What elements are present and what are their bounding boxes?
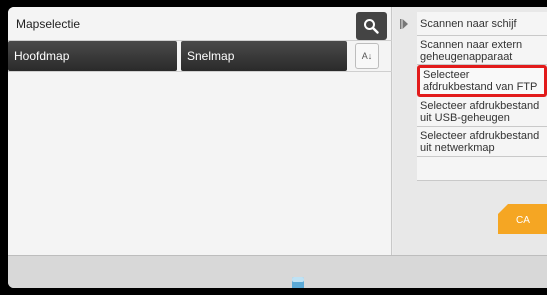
menu-item-empty [417,157,547,181]
main-panel: Mapselectie Hoofdmap Snelmap A↓ Scannen … [8,7,547,288]
menu-item-scan-to-external[interactable]: Scannen naar extern geheugenapparaat [417,36,547,65]
menu-item-print-from-usb[interactable]: Selecteer afdrukbestand uit USB-geheugen [417,97,547,127]
page-title: Mapselectie [16,17,81,31]
ca-button[interactable]: CA [498,204,547,234]
divider [8,71,392,72]
menu-item-print-from-network[interactable]: Selecteer afdrukbestand uit netwerkmap [417,127,547,157]
menu-item-print-from-ftp[interactable]: Selecteer afdrukbestand van FTP [417,65,547,97]
bottom-bar [8,255,547,288]
sort-icon: A↓ [361,51,373,61]
menu-item-scan-to-disk[interactable]: Scannen naar schijf [417,12,547,36]
search-button[interactable] [356,12,387,40]
menu-item-label: Selecteer afdrukbestand uit netwerkmap [420,130,540,154]
menu-item-label: Selecteer afdrukbestand uit USB-geheugen [420,100,540,124]
menu-item-label: Scannen naar extern geheugenapparaat [420,39,523,63]
storage-icon[interactable] [291,276,305,288]
sort-button[interactable]: A↓ [355,43,379,69]
ca-label: CA [516,215,530,226]
folder-selection-area: Mapselectie Hoofdmap Snelmap A↓ [8,7,392,255]
folder-button-hoofdmap[interactable]: Hoofdmap [8,41,177,71]
folder-button-snelmap[interactable]: Snelmap [181,41,347,71]
search-icon [364,19,379,34]
action-menu: Scannen naar schijf Scannen naar extern … [417,12,547,181]
screen: Mapselectie Hoofdmap Snelmap A↓ Scannen … [0,0,547,295]
menu-item-label: Selecteer afdrukbestand van FTP [423,69,538,93]
play-arrow-icon[interactable] [400,19,408,29]
menu-item-label: Scannen naar schijf [420,18,517,30]
